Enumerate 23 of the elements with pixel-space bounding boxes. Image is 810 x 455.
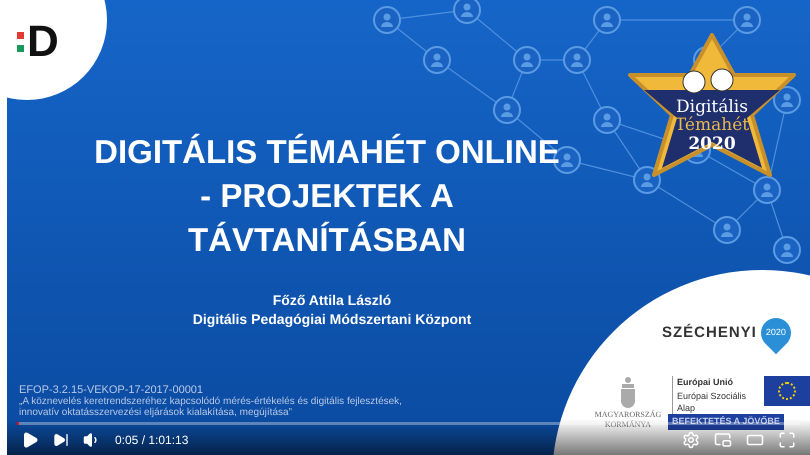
- eu-flag-icon: [764, 376, 810, 406]
- settings-button[interactable]: [682, 431, 700, 449]
- fullscreen-button[interactable]: [778, 431, 796, 449]
- badge-text: Témahét: [674, 115, 750, 135]
- logo-letter: D: [27, 20, 59, 64]
- slogan-banner: BEFEKTETÉS A JÖVŐBE: [668, 414, 784, 430]
- time-display: 0:05 / 1:01:13: [115, 432, 188, 449]
- project-code: EFOP-3.2.15-VEKOP-17-2017-00001: [19, 383, 204, 396]
- play-button[interactable]: [21, 431, 39, 449]
- government-label: MAGYARORSZÁG KORMÁNYA: [594, 410, 662, 430]
- author-name: Főző Attila László: [272, 291, 392, 310]
- badge-text: Digitális: [676, 97, 748, 117]
- logo-dots-icon: [17, 32, 24, 52]
- organization-name: Digitális Pedagógiai Módszertani Központ: [192, 310, 472, 329]
- next-button[interactable]: [53, 432, 69, 448]
- eu-fund-label: Európai Szociális Alap: [676, 390, 746, 414]
- eu-title: Európai Unió: [676, 376, 734, 389]
- szechenyi-label: SZÉCHENYI: [662, 322, 757, 343]
- miniplayer-button[interactable]: [714, 431, 732, 449]
- project-title: „A köznevelés keretrendszeréhez kapcsolódó mérés-értékelés és digitális fejlesztések, innovatív oktatásszervezési eljárások kialakítása, megújítása”: [19, 396, 402, 418]
- pin-year: 2020: [766, 326, 786, 340]
- slide-title: DIGITÁLIS TÉMAHÉT ONLINE - PROJEKTEK A TÁVTANÍTÁSBAN: [93, 132, 561, 260]
- badge-year: 2020: [688, 134, 736, 154]
